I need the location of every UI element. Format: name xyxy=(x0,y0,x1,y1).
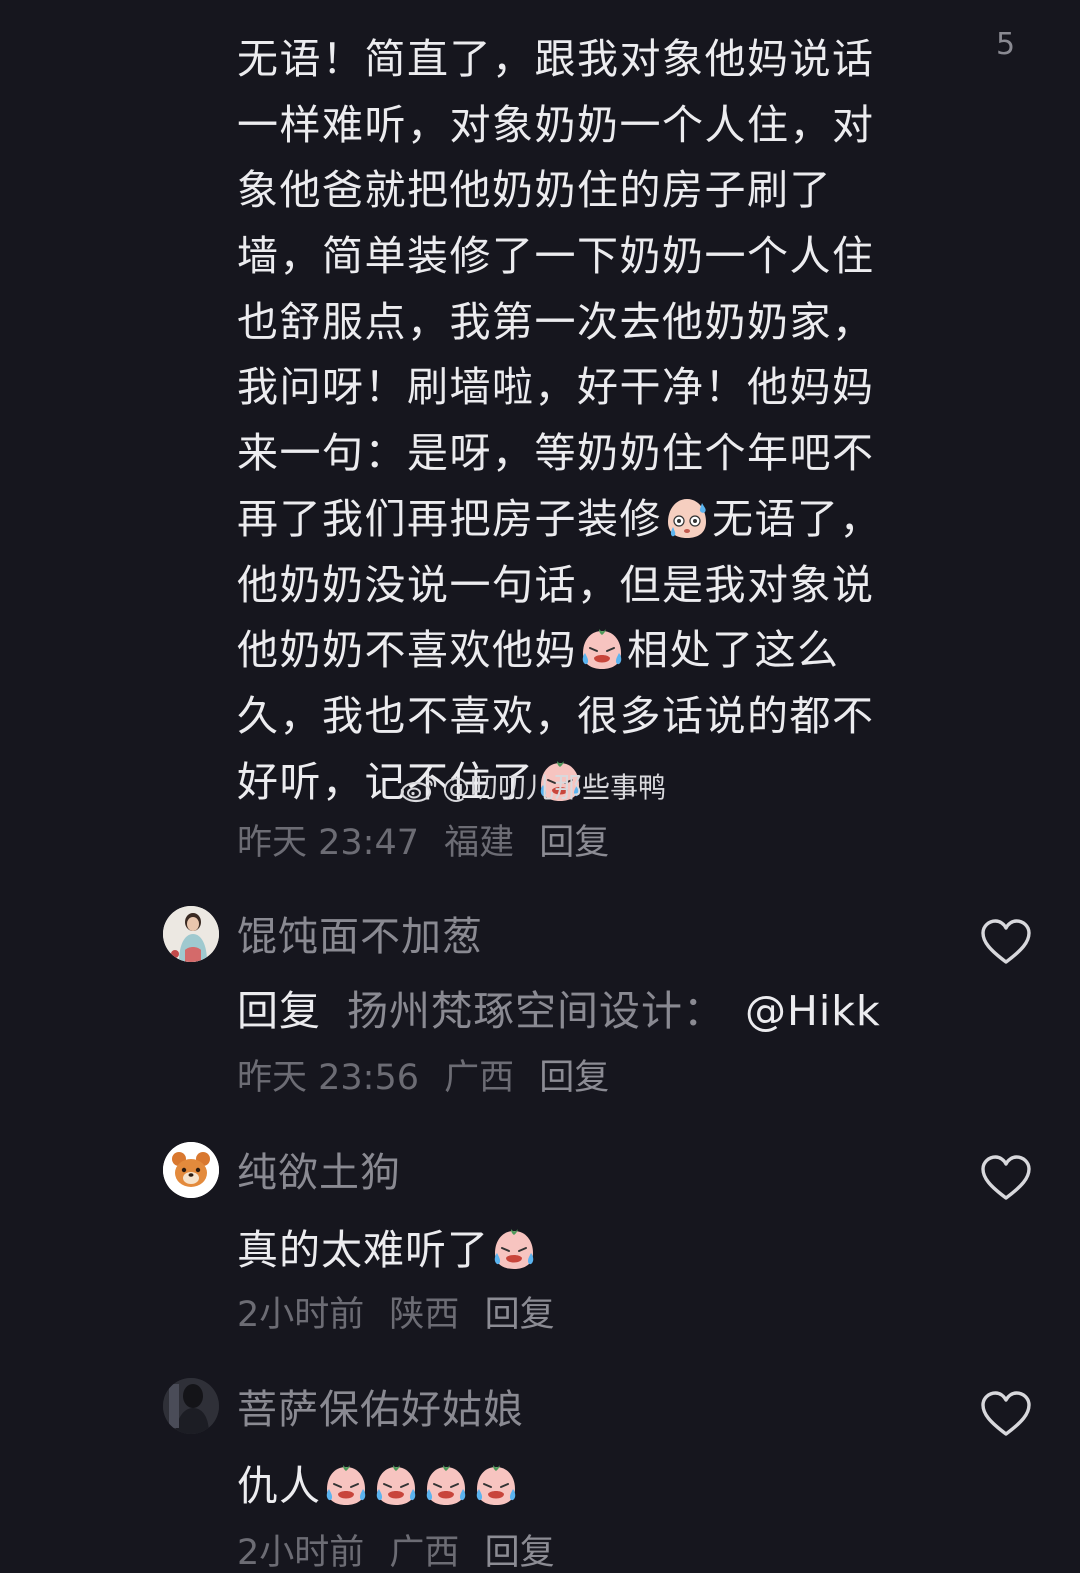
crying-face-emoji-icon xyxy=(423,1462,469,1508)
comment-fragment: 相处了这么 xyxy=(627,626,840,675)
reply-button[interactable]: 回复 xyxy=(485,1533,555,1573)
reply-target-name[interactable]: 扬州梵琢空间设计： xyxy=(347,987,725,1035)
username[interactable]: 馄饨面不加葱 xyxy=(237,917,483,957)
crying-face-emoji-icon xyxy=(373,1462,419,1508)
watermark: @叨叨儿那些事鸭 xyxy=(400,766,666,806)
comment-meta: 昨天 23:47 福建 回复 xyxy=(237,826,623,861)
top-comment: 5 无语！简直了，跟我对象他妈说话 一样难听，对象奶奶一个人住，对 象他爸就把他… xyxy=(0,0,1080,880)
comment-line: 墙，简单装修了一下奶奶一个人住 xyxy=(237,232,875,281)
comment-line: 来一句：是呀，等奶奶住个年吧不 xyxy=(237,429,875,478)
crying-face-emoji-icon xyxy=(579,626,625,672)
comment-line: 一样难听，对象奶奶一个人住，对 xyxy=(237,100,875,149)
comment-location: 福建 xyxy=(444,823,515,863)
comment-line: 再了我们再把房子装修 无语了， xyxy=(237,487,917,553)
comment-text: 无语！简直了，跟我对象他妈说话 一样难听，对象奶奶一个人住，对 象他爸就把他奶奶… xyxy=(237,27,917,815)
heart-outline-icon[interactable] xyxy=(980,918,1032,966)
like-count: 5 xyxy=(996,27,1016,62)
avatar[interactable] xyxy=(163,1378,219,1434)
watermark-text: @叨叨儿那些事鸭 xyxy=(442,771,667,804)
crying-face-emoji-icon xyxy=(473,1462,519,1508)
comment-fragment: 无语了， xyxy=(712,494,882,543)
comment-time: 2小时前 xyxy=(237,1295,365,1335)
reply-button[interactable]: 回复 xyxy=(539,823,609,863)
username[interactable]: 菩萨保佑好姑娘 xyxy=(237,1390,524,1430)
avatar-image xyxy=(163,906,219,962)
reply-button[interactable]: 回复 xyxy=(485,1295,555,1335)
comment-fragment: 他奶奶不喜欢他妈 xyxy=(237,626,577,675)
avatar-image xyxy=(163,1378,219,1434)
reply-prefix: 回复 xyxy=(237,987,321,1035)
crying-face-emoji-icon xyxy=(491,1226,537,1272)
comment-time: 昨天 23:56 xyxy=(237,1058,419,1098)
comment-time: 昨天 23:47 xyxy=(237,823,419,863)
comment-item: 菩萨保佑好姑娘 仇人 2小时前 广西 回复 xyxy=(0,1356,1080,1573)
comment-meta: 昨天 23:56 广西 回复 xyxy=(237,1061,623,1096)
comment-location: 广西 xyxy=(389,1533,460,1573)
comment-line: 我问呀！刷墙啦，好干净！他妈妈 xyxy=(237,363,875,412)
comment-line: 无语！简直了，跟我对象他妈说话 xyxy=(237,35,875,83)
comment-location: 陕西 xyxy=(389,1295,460,1335)
comment-text: 仇人 xyxy=(237,1462,521,1508)
avatar[interactable] xyxy=(163,906,219,962)
comment-fragment: 真的太难听了 xyxy=(237,1226,489,1274)
comment-line: 他奶奶不喜欢他妈 相处了这么 xyxy=(237,618,917,684)
weibo-logo-icon xyxy=(400,775,437,803)
comment-line: 他奶奶没说一句话，但是我对象说 xyxy=(237,560,875,609)
username[interactable]: 纯欲土狗 xyxy=(237,1153,401,1193)
comment-text: 回复 扬州梵琢空间设计： @Hikk xyxy=(237,991,881,1032)
comment-text: 真的太难听了 xyxy=(237,1226,539,1272)
heart-outline-icon[interactable] xyxy=(980,1390,1032,1438)
reply-button[interactable]: 回复 xyxy=(539,1058,609,1098)
avatar-image xyxy=(163,1142,219,1198)
comment-time: 2小时前 xyxy=(237,1533,365,1573)
comment-meta: 2小时前 陕西 回复 xyxy=(237,1298,569,1333)
comment-line: 也舒服点，我第一次去他奶奶家， xyxy=(237,297,875,346)
crying-face-emoji-icon xyxy=(323,1462,369,1508)
comment-location: 广西 xyxy=(444,1058,515,1098)
comment-item: 纯欲土狗 真的太难听了 2小时前 陕西 回复 xyxy=(0,1120,1080,1360)
avatar[interactable] xyxy=(163,1142,219,1198)
mention-link[interactable]: @Hikk xyxy=(745,987,881,1035)
heart-outline-icon[interactable] xyxy=(980,1154,1032,1202)
comment-line: 象他爸就把他奶奶住的房子刷了 xyxy=(237,166,832,215)
sweat-face-emoji-icon xyxy=(664,495,710,541)
comment-fragment: 再了我们再把房子装修 xyxy=(237,494,662,543)
comment-item: 馄饨面不加葱 回复 扬州梵琢空间设计： @Hikk 昨天 23:56 广西 回复 xyxy=(0,880,1080,1120)
comment-meta: 2小时前 广西 回复 xyxy=(237,1536,569,1571)
comment-line: 久，我也不喜欢，很多话说的都不 xyxy=(237,691,875,740)
comment-fragment: 仇人 xyxy=(237,1462,321,1510)
